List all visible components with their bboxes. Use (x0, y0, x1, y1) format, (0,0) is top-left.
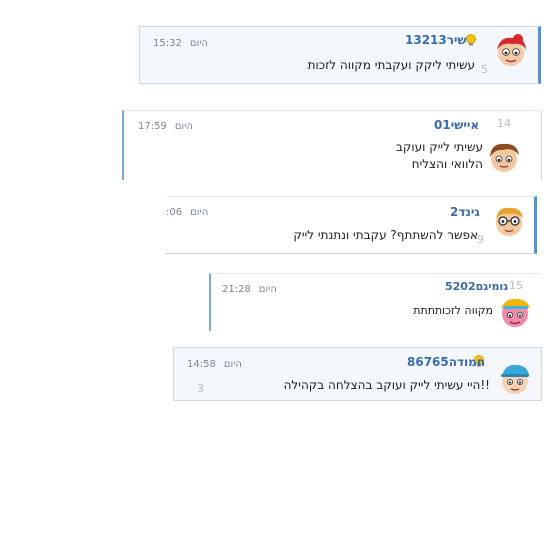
comments-feed: 5 שיר13213 היום 15:32 עשיתי ליקק ועקבתי מ… (0, 0, 553, 553)
comment-username[interactable]: גומיגם5202 (445, 280, 508, 293)
comment-number: 3 (197, 382, 204, 395)
comment-time: 17:59 (138, 121, 167, 132)
lightbulb-icon (466, 34, 476, 46)
comment-day: היום (189, 38, 208, 49)
comment-timestamp: היום 21:28 (222, 284, 277, 295)
comment-time: 21:28 (222, 284, 251, 295)
comment-number: 5 (481, 63, 488, 76)
comment-username[interactable]: גינד2 (450, 205, 480, 219)
comment-username[interactable]: חמודה86765 (407, 355, 485, 369)
comment-day: היום (190, 207, 209, 218)
red-hair-girl-avatar-icon[interactable] (492, 32, 530, 70)
comment-time: 06: (166, 207, 183, 218)
comment-timestamp: היום 06: (166, 207, 208, 218)
comment-username[interactable]: איישי01 (434, 118, 479, 132)
comment-number: 9 (477, 233, 484, 246)
blue-cap-kid-avatar-icon[interactable] (496, 360, 534, 398)
pink-face-cap-avatar-icon[interactable] (496, 293, 534, 331)
glasses-kid-avatar-icon[interactable] (490, 202, 528, 240)
comment-number: 14 (497, 117, 511, 130)
comment-timestamp: היום 17:59 (138, 121, 193, 132)
comment-card: 9 (166, 196, 537, 254)
comment-number: 15 (509, 279, 523, 292)
comment-text: היי עשיתי לייק ועוקב בהצלחה בקהילה!! (283, 378, 490, 392)
comment-text: עשיתי ליקק ועקבתי מקווה לזכות (307, 58, 475, 72)
comment-time: 14:58 (187, 359, 216, 370)
comment-text: אפשר להשתתף? עקבתי ונתנתי לייק (293, 228, 478, 242)
comment-timestamp: היום 14:58 (187, 359, 242, 370)
brown-hair-kid-avatar-icon[interactable] (485, 138, 523, 176)
comment-day: היום (223, 359, 242, 370)
comment-time: 15:32 (153, 38, 182, 49)
comment-day: היום (174, 121, 193, 132)
comment-username[interactable]: שיר13213 (405, 33, 467, 47)
comment-text: עשיתי לייק ועוקב הלוואי והצליח (395, 140, 483, 171)
comment-day: היום (258, 284, 277, 295)
comment-text: מקווה לזכותתתת (413, 304, 493, 317)
comment-timestamp: היום 15:32 (153, 38, 208, 49)
comment-card: 5 (139, 26, 541, 84)
